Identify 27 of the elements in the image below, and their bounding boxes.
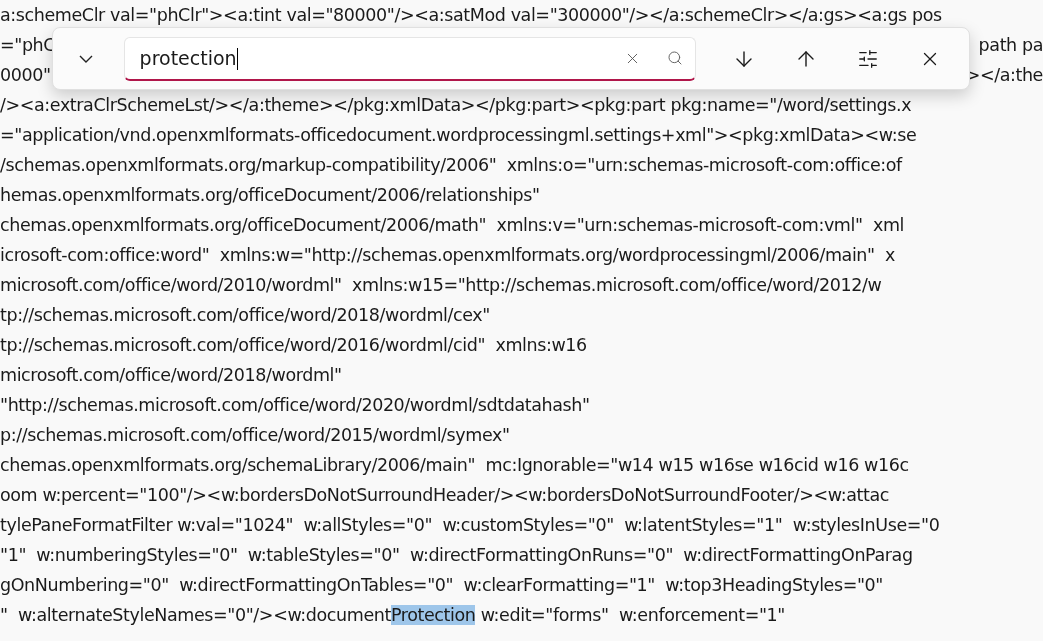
search-field[interactable]: protection <box>123 36 697 81</box>
code-line: a:schemeClr val="phClr"><a:tint val="80000"/><a:satMod val="300000"/></a:schemeClr></a:gs><a:gs pos <box>0 3 942 27</box>
chevron-down-icon <box>79 54 94 63</box>
code-line: p://schemas.microsoft.com/office/word/2015/wordml/symex" <box>0 423 510 447</box>
search-icon[interactable] <box>667 50 684 66</box>
code-line: gOnNumbering="0" w:directFormattingOnTables="0" w:clearFormatting="1" w:top3HeadingStyles="0" <box>0 573 883 597</box>
code-line: oom w:percent="100"/><w:bordersDoNotSurroundHeader/><w:bordersDoNotSurroundFooter/><w:attac <box>0 483 889 507</box>
code-line: microsoft.com/office/word/2018/wordml" <box>0 363 342 387</box>
code-line: /schemas.openxmlformats.org/markup-compatibility/2006" xmlns:o="urn:schemas-microsoft-com:office:of <box>0 153 902 177</box>
code-line: 0000" <box>0 63 51 87</box>
code-line: chemas.openxmlformats.org/schemaLibrary/2006/main" mc:Ignorable="w14 w15 w16se w16cid w16 w16c <box>0 453 909 477</box>
code-line: " w:alternateStyleNames="0"/><w:documentProtection w:edit="forms" w:enforcement="1" <box>0 603 785 627</box>
code-line: microsoft.com/office/word/2010/wordml" xmlns:w15="http://schemas.microsoft.com/office/word/2012/w <box>0 273 882 297</box>
code-line: /><a:extraClrSchemeLst/></a:theme></pkg:xmlData></pkg:part><pkg:part pkg:name="/word/settings.x <box>0 93 912 117</box>
code-line: ></a:the <box>965 63 1043 87</box>
code-line: ="phC <box>0 33 56 57</box>
code-line: path pa <box>978 33 1043 57</box>
code-line: tp://schemas.microsoft.com/office/word/2016/wordml/cid" xmlns:w16 <box>0 333 587 357</box>
code-line: tp://schemas.microsoft.com/office/word/2018/wordml/cex" <box>0 303 490 327</box>
code-line: icrosoft-com:office:word" xmlns:w="http://schemas.openxmlformats.org/wordprocessingml/2006/main" x <box>0 243 895 267</box>
code-line: ="application/vnd.openxmlformats-officedocument.wordprocessingml.settings+xml"><pkg:xmlData><w:se <box>0 123 917 147</box>
code-line: "1" w:numberingStyles="0" w:tableStyles="0" w:directFormattingOnRuns="0" w:directFormattingOnParag <box>0 543 913 567</box>
code-line: chemas.openxmlformats.org/officeDocument/2006/math" xmlns:v="urn:schemas-microsoft-com:vml" xml <box>0 213 904 237</box>
code-line: tylePaneFormatFilter w:val="1024" w:allStyles="0" w:customStyles="0" w:latentStyles="1" w:stylesInUse="0 <box>0 513 940 537</box>
settings-icon <box>856 47 879 70</box>
code-line: "http://schemas.microsoft.com/office/word/2020/wordml/sdtdatahash" <box>0 393 590 417</box>
code-line: hemas.openxmlformats.org/officeDocument/2006/relationships" <box>0 183 540 207</box>
